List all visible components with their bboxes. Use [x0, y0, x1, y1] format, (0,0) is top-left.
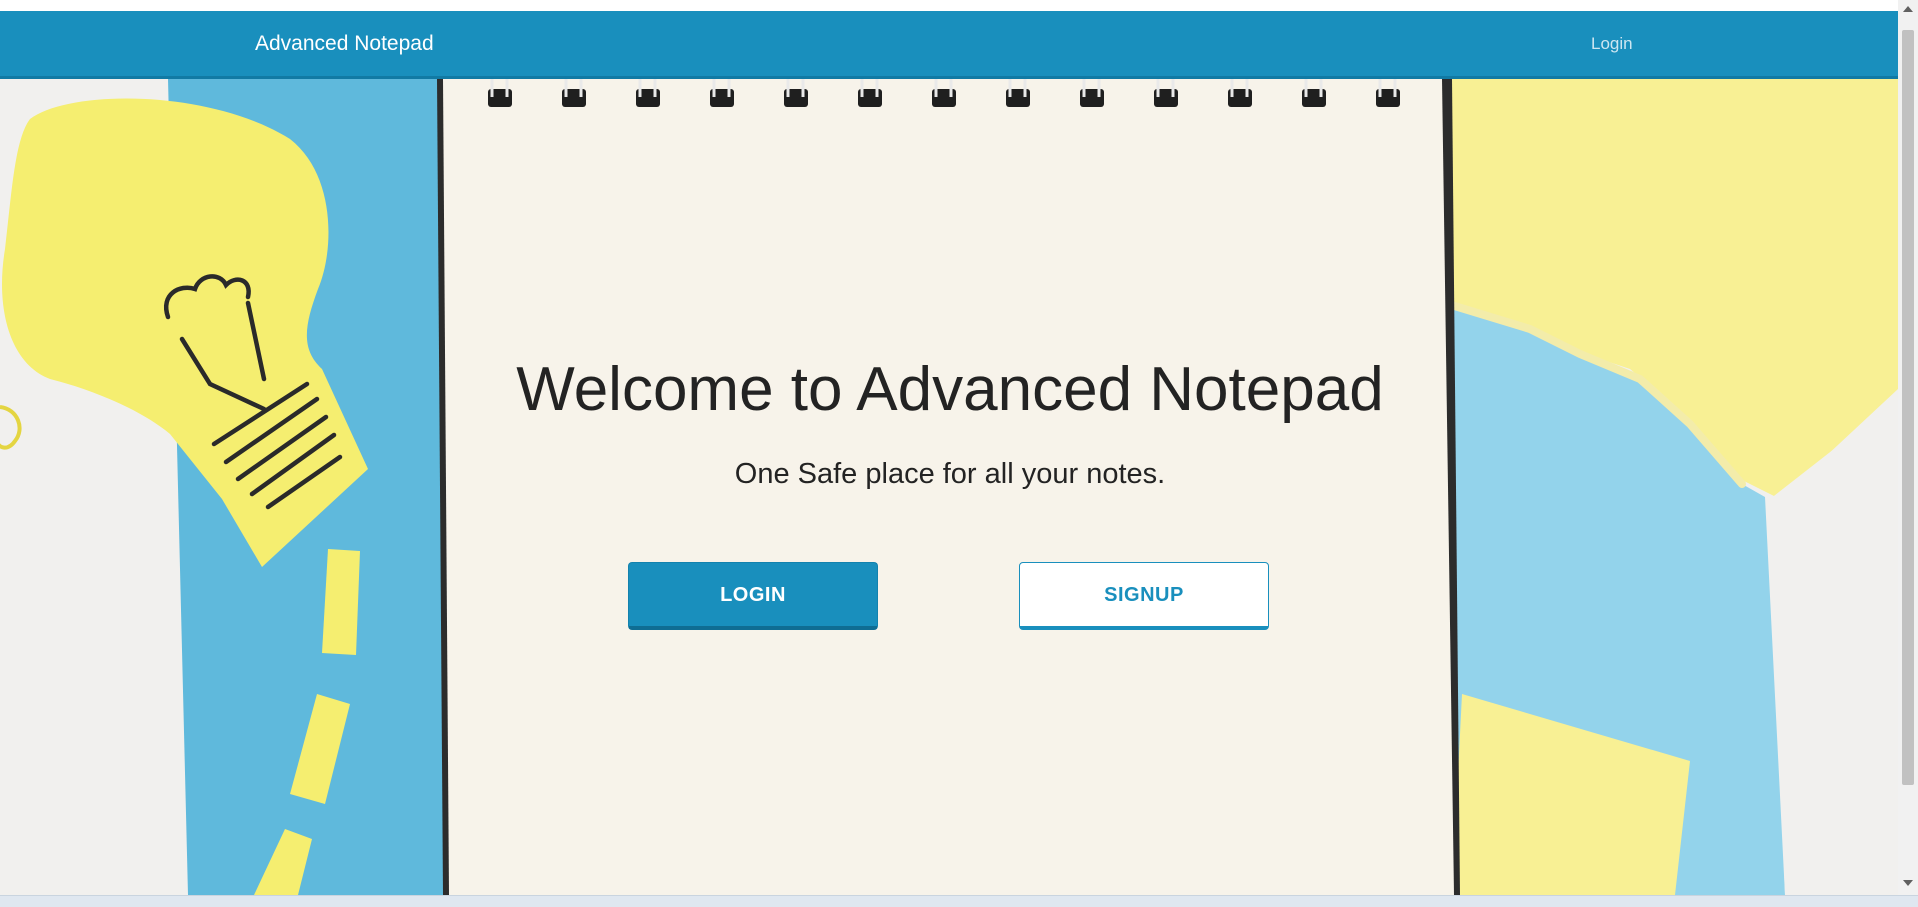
scroll-up-icon[interactable] [1903, 6, 1913, 12]
window-top-strip [0, 0, 1898, 11]
hero-section: Welcome to Advanced Notepad One Safe pla… [0, 79, 1898, 895]
vertical-scrollbar[interactable] [1898, 0, 1918, 895]
login-button[interactable]: LOGIN [628, 562, 878, 630]
top-navbar: Advanced Notepad Login [0, 11, 1898, 79]
signup-button[interactable]: SIGNUP [1019, 562, 1269, 630]
hero-content: Welcome to Advanced Notepad One Safe pla… [0, 79, 1898, 895]
taskbar-edge [0, 895, 1918, 907]
hero-subtitle: One Safe place for all your notes. [734, 458, 1166, 490]
hero-title: Welcome to Advanced Notepad [516, 355, 1384, 424]
scroll-down-icon[interactable] [1903, 880, 1913, 886]
brand-link[interactable]: Advanced Notepad [255, 11, 434, 76]
nav-login-link[interactable]: Login [1591, 11, 1633, 76]
scrollbar-thumb[interactable] [1902, 30, 1914, 785]
